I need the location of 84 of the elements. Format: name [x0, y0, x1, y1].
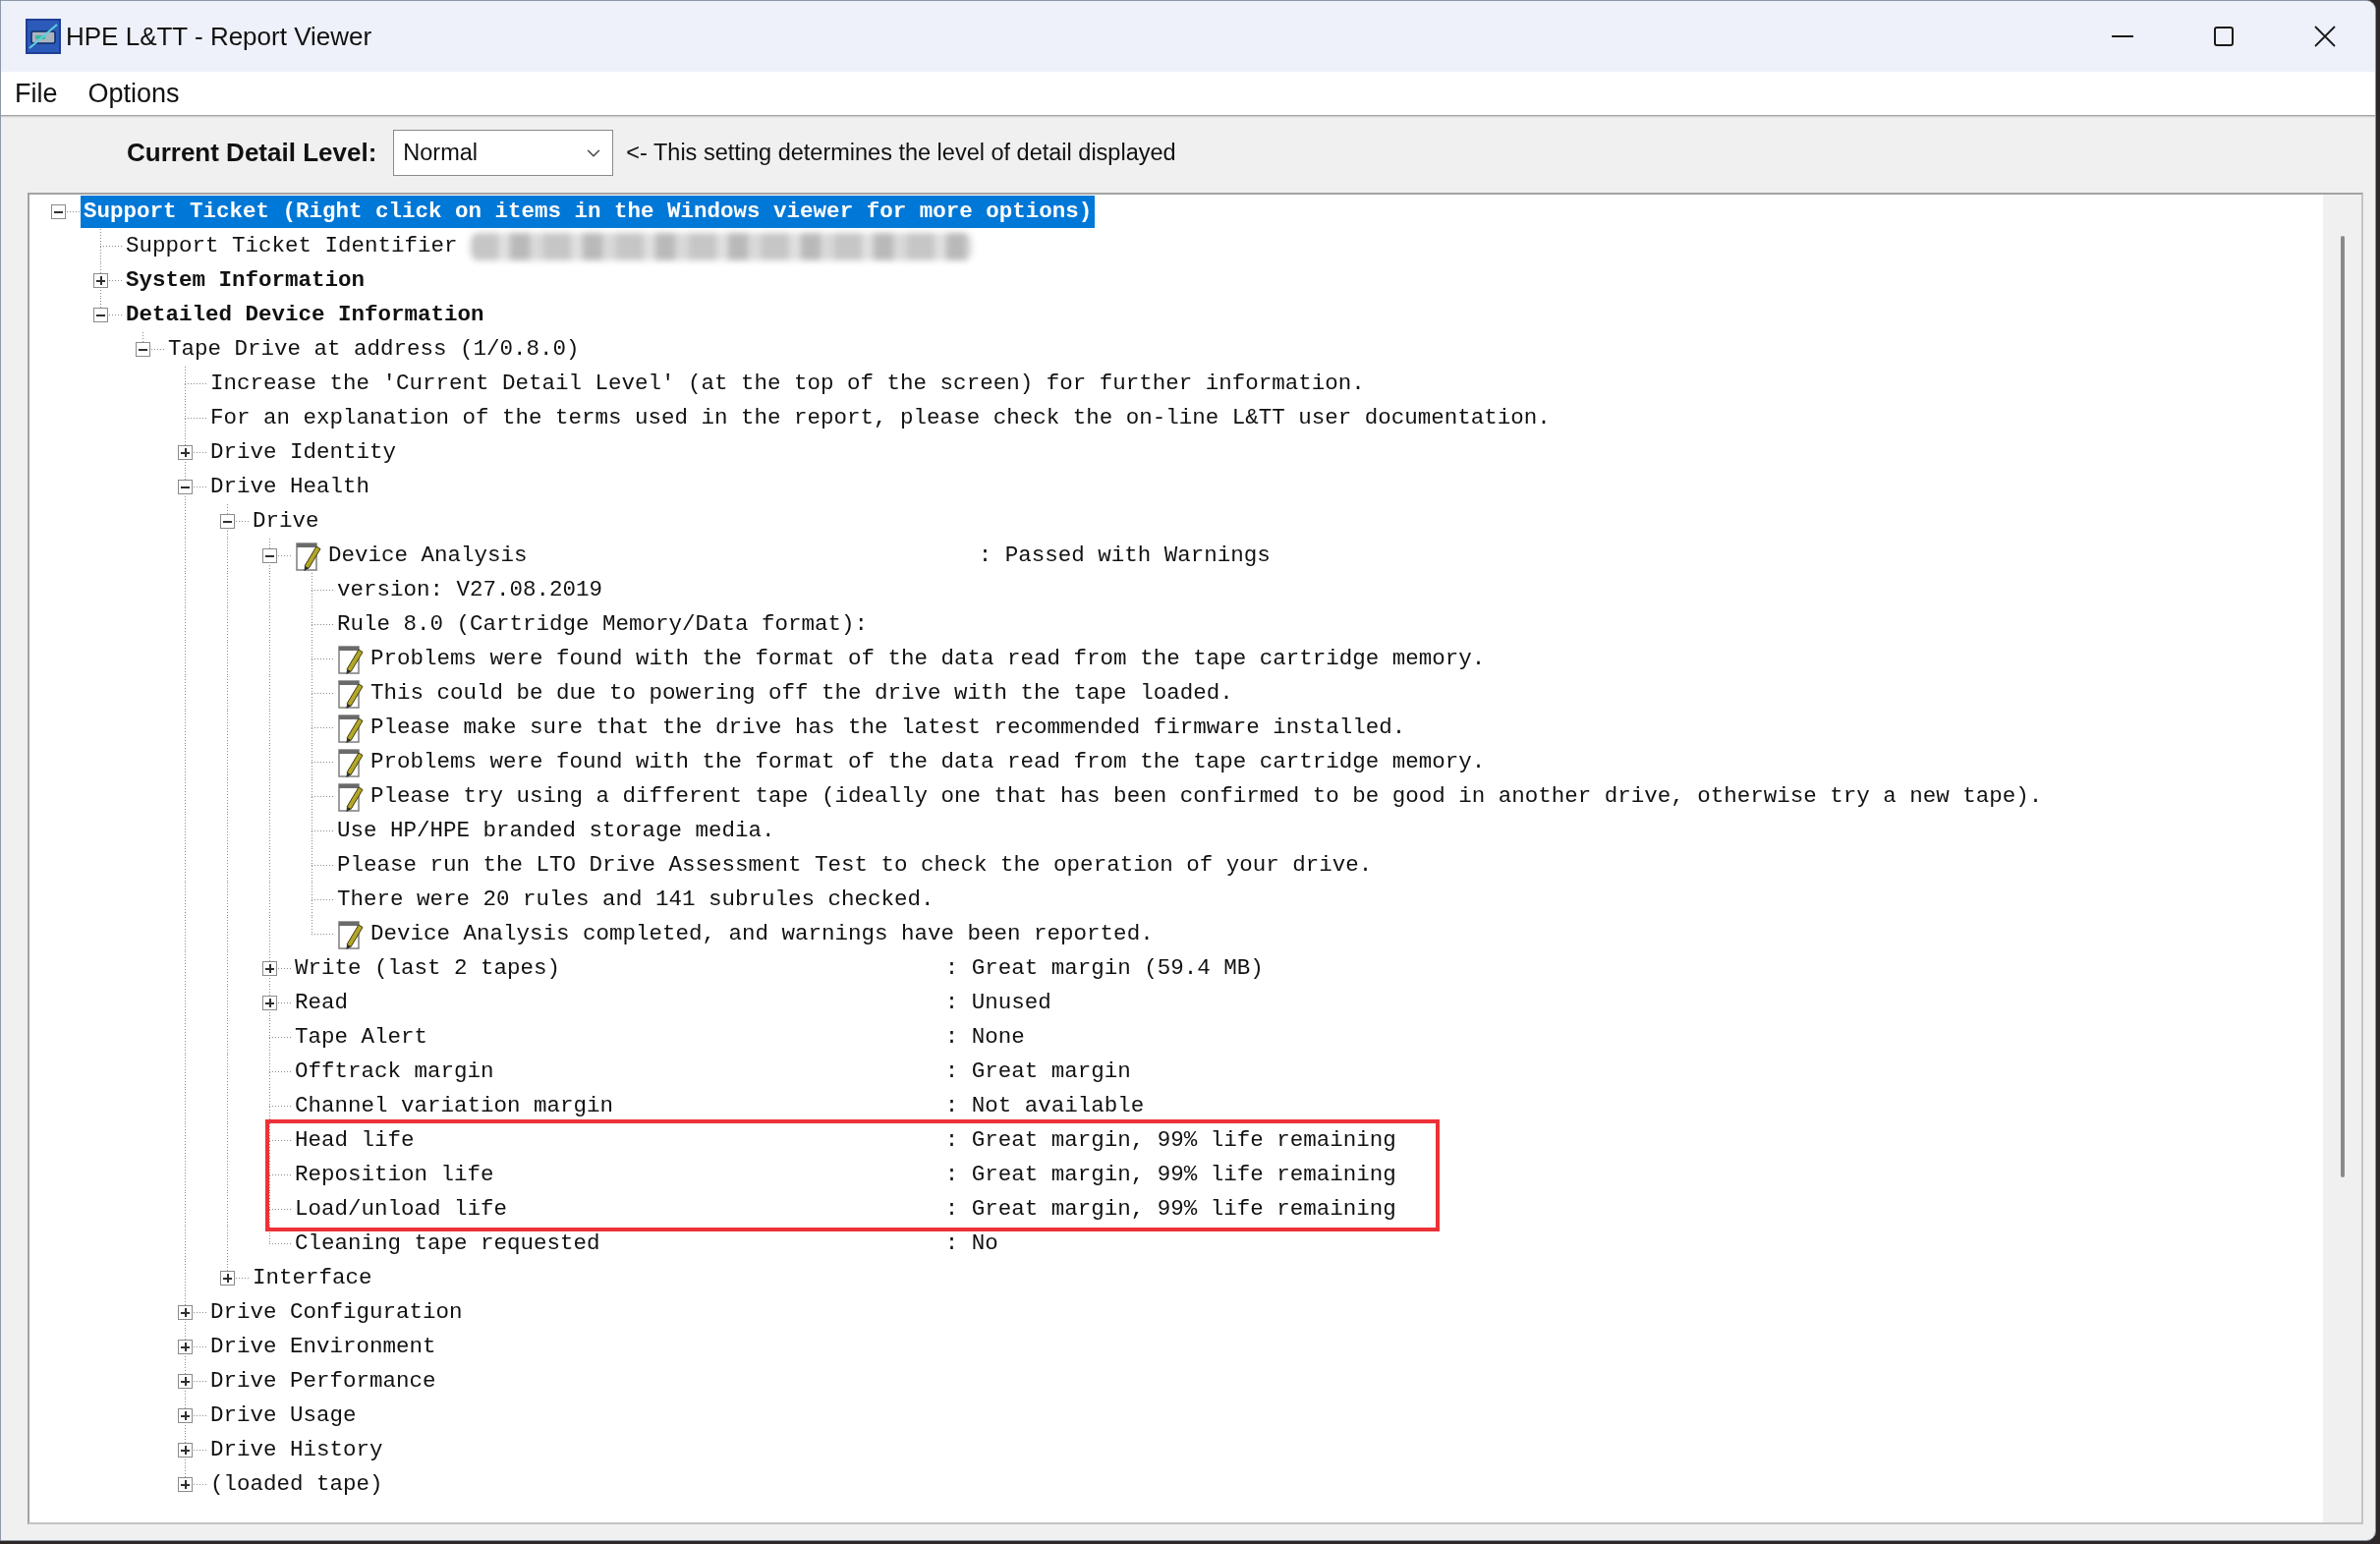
tree-item-value: : Passed with Warnings [978, 542, 1271, 570]
tree-expander[interactable] [51, 204, 66, 219]
notepad-pencil-icon [337, 643, 365, 675]
tree-item[interactable]: Device Analysis completed, and warnings have been reported. [368, 918, 1157, 950]
notepad-pencil-icon [337, 780, 365, 813]
tree-item[interactable]: Support Ticket Identifier [123, 230, 461, 262]
menu-item[interactable]: Options [77, 74, 191, 113]
detail-level-label: Current Detail Level: [127, 138, 377, 168]
tree-item[interactable]: Drive Environment [207, 1331, 439, 1363]
tree-item[interactable]: This could be due to powering off the drive with the tape loaded. [368, 677, 1236, 710]
tree-item-value: : No [944, 1229, 998, 1258]
tree-item[interactable]: Drive Usage [207, 1400, 360, 1432]
tree-item[interactable]: Increase the 'Current Detail Level' (at the top of the screen) for further information. [207, 368, 1368, 400]
tree-expander[interactable] [178, 1408, 193, 1423]
tree-item-value: : Not available [944, 1092, 1145, 1120]
tree-item[interactable]: (loaded tape) [207, 1468, 386, 1501]
tree-item[interactable]: System Information [123, 264, 368, 297]
tree-expander[interactable] [136, 342, 150, 357]
scrollbar[interactable] [2323, 195, 2361, 1522]
tree-expander[interactable] [262, 996, 277, 1010]
tree-item[interactable]: Cleaning tape requested [292, 1228, 603, 1260]
tree-item[interactable]: Channel variation margin [292, 1090, 617, 1122]
tree-item[interactable]: Device Analysis [325, 540, 531, 572]
tree-item[interactable]: Offtrack margin [292, 1056, 497, 1088]
tree-item-value: : Great margin (59.4 MB) [944, 954, 1264, 983]
tree-expander[interactable] [220, 1271, 235, 1286]
tree-item[interactable]: Please make sure that the drive has the latest recommended firmware installed. [368, 712, 1409, 744]
notepad-pencil-icon [295, 540, 322, 572]
tree-expander[interactable] [178, 480, 193, 494]
notepad-pencil-icon [337, 712, 365, 744]
tree-item[interactable]: Problems were found with the format of the data read from the tape cartridge memory. [368, 746, 1489, 778]
tree-expander[interactable] [178, 1305, 193, 1320]
tree-item[interactable]: Read [292, 987, 351, 1019]
tree-item[interactable]: There were 20 rules and 141 subrules checked. [334, 884, 937, 916]
maximize-icon [2213, 27, 2234, 46]
close-icon [2313, 26, 2336, 47]
tree-item[interactable]: Problems were found with the format of the data read from the tape cartridge memory. [368, 643, 1489, 675]
tree-expander[interactable] [178, 1477, 193, 1492]
tree-item[interactable]: Drive Identity [207, 436, 400, 469]
tree-item[interactable]: version: V27.08.2019 [334, 574, 606, 606]
detail-level-dropdown[interactable]: Normal [393, 130, 614, 176]
tree-item[interactable]: Tape Drive at address (1/0.8.0) [165, 333, 583, 366]
tree-item[interactable]: Drive History [207, 1434, 386, 1466]
tree-item[interactable]: Drive [250, 505, 322, 538]
tree-item[interactable]: Rule 8.0 (Cartridge Memory/Data format): [334, 608, 872, 641]
tree-item-value: : Great margin [944, 1058, 1131, 1086]
tree-item[interactable]: For an explanation of the terms used in the report, please check the on-line L&TT user documentation. [207, 402, 1554, 434]
tree-item[interactable]: Detailed Device Information [123, 299, 487, 331]
tree-expander[interactable] [93, 273, 108, 288]
tree-item-value: : None [944, 1023, 1025, 1052]
window-title: HPE L&TT - Report Viewer [66, 21, 372, 52]
tree-expander[interactable] [220, 514, 235, 529]
tree-expander[interactable] [178, 1374, 193, 1389]
tree-expander[interactable] [93, 308, 108, 322]
notepad-pencil-icon [337, 918, 365, 950]
app-icon [26, 19, 61, 54]
notepad-pencil-icon [337, 746, 365, 778]
tree-expander[interactable] [262, 961, 277, 976]
tree-item-value: : Great margin, 99% life remaining [944, 1126, 1396, 1155]
tree-item[interactable]: Reposition life [292, 1159, 497, 1191]
tree-item-value: : Great margin, 99% life remaining [944, 1161, 1396, 1189]
tree-item[interactable]: Please run the LTO Drive Assessment Test to check the operation of your drive. [334, 849, 1376, 882]
tree-item-value: : Unused [944, 989, 1051, 1017]
tree-expander[interactable] [178, 1443, 193, 1458]
tree-item[interactable]: Support Ticket (Right click on items in the Windows viewer for more options) [81, 196, 1096, 228]
tree-item[interactable]: Use HP/HPE branded storage media. [334, 815, 778, 847]
tree-expander[interactable] [178, 445, 193, 460]
tree-item-value: : Great margin, 99% life remaining [944, 1195, 1396, 1224]
detail-level-hint: <- This setting determines the level of detail displayed [626, 140, 1176, 166]
menu-item[interactable]: File [4, 74, 69, 113]
tree-item[interactable]: Head life [292, 1124, 418, 1157]
tree-expander[interactable] [262, 548, 277, 563]
tree-item[interactable]: Write (last 2 tapes) [292, 952, 564, 985]
tree-item[interactable]: Drive Configuration [207, 1296, 466, 1329]
tree-item[interactable]: Drive Performance [207, 1365, 439, 1398]
tree-expander[interactable] [178, 1340, 193, 1354]
tree-item[interactable]: Drive Health [207, 471, 373, 503]
minimize-icon [2111, 35, 2133, 37]
tree-item[interactable]: Load/unload life [292, 1193, 511, 1226]
tree-item[interactable]: Interface [250, 1262, 375, 1294]
tree-item[interactable]: Please try using a different tape (ideally one that has been confirmed to be good in another drive, otherwise try a new tape). [368, 780, 2046, 813]
notepad-pencil-icon [337, 677, 365, 710]
tree-item[interactable]: Tape Alert [292, 1021, 431, 1054]
scrollbar-thumb[interactable] [2340, 236, 2345, 1177]
